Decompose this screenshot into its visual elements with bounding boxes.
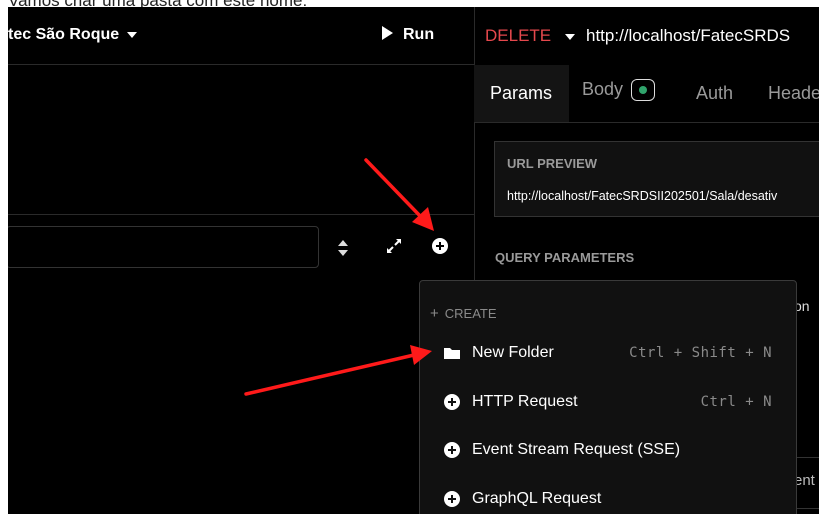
filter-divider [8,214,474,215]
sort-icon[interactable] [338,240,348,256]
tab-params[interactable]: Params [490,83,552,104]
plus-circle-icon [444,491,460,507]
create-dropdown-menu: + CREATE New Folder Ctrl + Shift + N HTTP… [419,280,797,514]
body-status-badge [631,79,656,102]
menu-item-new-folder[interactable]: New Folder Ctrl + Shift + N [420,333,796,373]
chevron-down-icon [565,33,576,40]
tab-body[interactable]: Body [582,79,656,102]
play-icon [382,26,393,40]
chevron-down-icon [127,31,138,38]
method-selector[interactable]: DELETE [485,26,576,46]
sidebar-header-divider [8,64,474,65]
tab-auth[interactable]: Auth [696,83,733,104]
menu-item-shortcut: Ctrl + N [700,394,772,410]
workspace-title: tec São Roque [8,26,120,43]
method-label: DELETE [485,26,552,45]
partial-text: ent [794,472,815,489]
filter-input[interactable] [8,226,319,268]
create-plus-icon[interactable] [432,238,448,254]
expand-icon[interactable] [384,236,404,256]
menu-item-event-stream-request[interactable]: Event Stream Request (SSE) [420,430,796,470]
menu-item-label: New Folder [472,344,554,361]
menu-item-label: Event Stream Request (SSE) [472,441,681,458]
tabs-divider [474,122,819,123]
run-label: Run [403,26,435,43]
menu-item-http-request[interactable]: HTTP Request Ctrl + N [420,382,796,422]
create-header-label: CREATE [444,306,497,321]
insomnia-window: tec São Roque Run DELETE http://localhos… [8,7,819,514]
create-header: + CREATE [430,305,497,322]
plus-circle-icon [444,394,460,410]
url-preview-label: URL PREVIEW [507,156,598,171]
tab-headers[interactable]: Heade [768,83,819,104]
url-input[interactable]: http://localhost/FatecSRDS [586,26,790,46]
green-dot-icon [639,86,648,95]
menu-item-shortcut: Ctrl + Shift + N [629,345,772,361]
folder-icon [444,348,460,359]
plus-circle-icon [444,442,460,458]
tab-body-label: Body [582,79,624,99]
run-button[interactable]: Run [382,26,434,44]
menu-item-label: HTTP Request [472,393,578,410]
menu-item-label: GraphQL Request [472,490,602,507]
menu-item-graphql-request[interactable]: GraphQL Request [420,479,796,514]
query-parameters-heading: QUERY PARAMETERS [495,250,635,265]
workspace-selector[interactable]: tec São Roque [8,26,138,44]
url-preview-text: http://localhost/FatecSRDSII202501/Sala/… [507,189,778,203]
url-preview-box: URL PREVIEW http://localhost/FatecSRDSII… [494,141,819,217]
plus-icon: + [430,305,439,322]
